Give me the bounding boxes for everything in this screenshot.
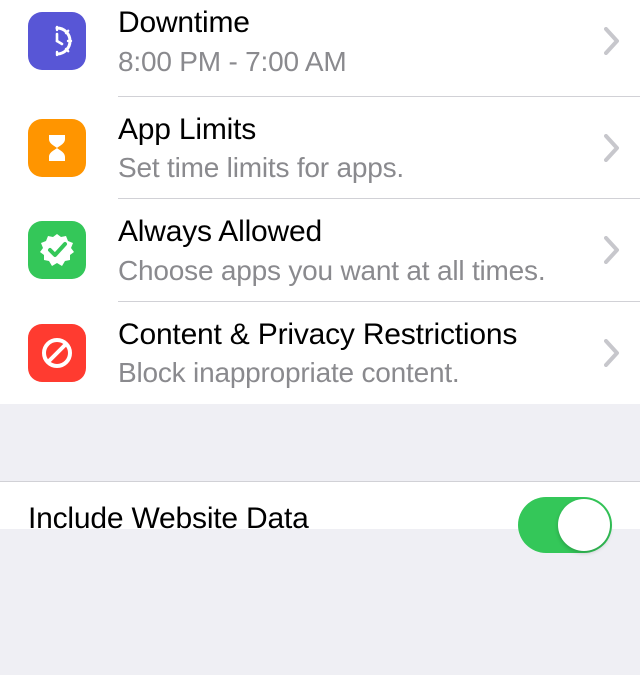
row-app-limits[interactable]: App Limits Set time limits for apps. — [0, 97, 640, 200]
row-content-privacy-text: Content & Privacy Restrictions Block ina… — [118, 316, 604, 391]
row-content-privacy-title: Content & Privacy Restrictions — [118, 316, 594, 354]
row-downtime-title: Downtime — [118, 4, 594, 42]
chevron-right-icon — [604, 27, 620, 55]
toggle-knob — [558, 499, 610, 551]
row-downtime-text: Downtime 8:00 PM - 7:00 AM — [118, 4, 604, 79]
nosign-icon — [28, 324, 86, 382]
chevron-right-icon — [604, 339, 620, 367]
checkmark-seal-icon — [28, 221, 86, 279]
row-content-privacy[interactable]: Content & Privacy Restrictions Block ina… — [0, 302, 640, 405]
row-always-allowed[interactable]: Always Allowed Choose apps you want at a… — [0, 199, 640, 302]
row-downtime[interactable]: Downtime 8:00 PM - 7:00 AM — [0, 0, 640, 97]
row-content-privacy-subtitle: Block inappropriate content. — [118, 355, 594, 390]
row-always-allowed-subtitle: Choose apps you want at all times. — [118, 253, 594, 288]
screen-time-settings-group: Downtime 8:00 PM - 7:00 AM App Limits Se… — [0, 0, 640, 404]
row-include-website-data[interactable]: Include Website Data — [0, 481, 640, 529]
row-app-limits-text: App Limits Set time limits for apps. — [118, 111, 604, 186]
chevron-right-icon — [604, 134, 620, 162]
row-downtime-subtitle: 8:00 PM - 7:00 AM — [118, 44, 594, 79]
include-website-data-toggle[interactable] — [518, 497, 612, 553]
row-app-limits-title: App Limits — [118, 111, 594, 149]
hourglass-icon — [28, 119, 86, 177]
row-always-allowed-title: Always Allowed — [118, 213, 594, 251]
include-website-data-label: Include Website Data — [28, 500, 518, 538]
chevron-right-icon — [604, 236, 620, 264]
row-always-allowed-text: Always Allowed Choose apps you want at a… — [118, 213, 604, 288]
row-app-limits-subtitle: Set time limits for apps. — [118, 150, 594, 185]
downtime-icon — [28, 12, 86, 70]
section-gap — [0, 404, 640, 481]
